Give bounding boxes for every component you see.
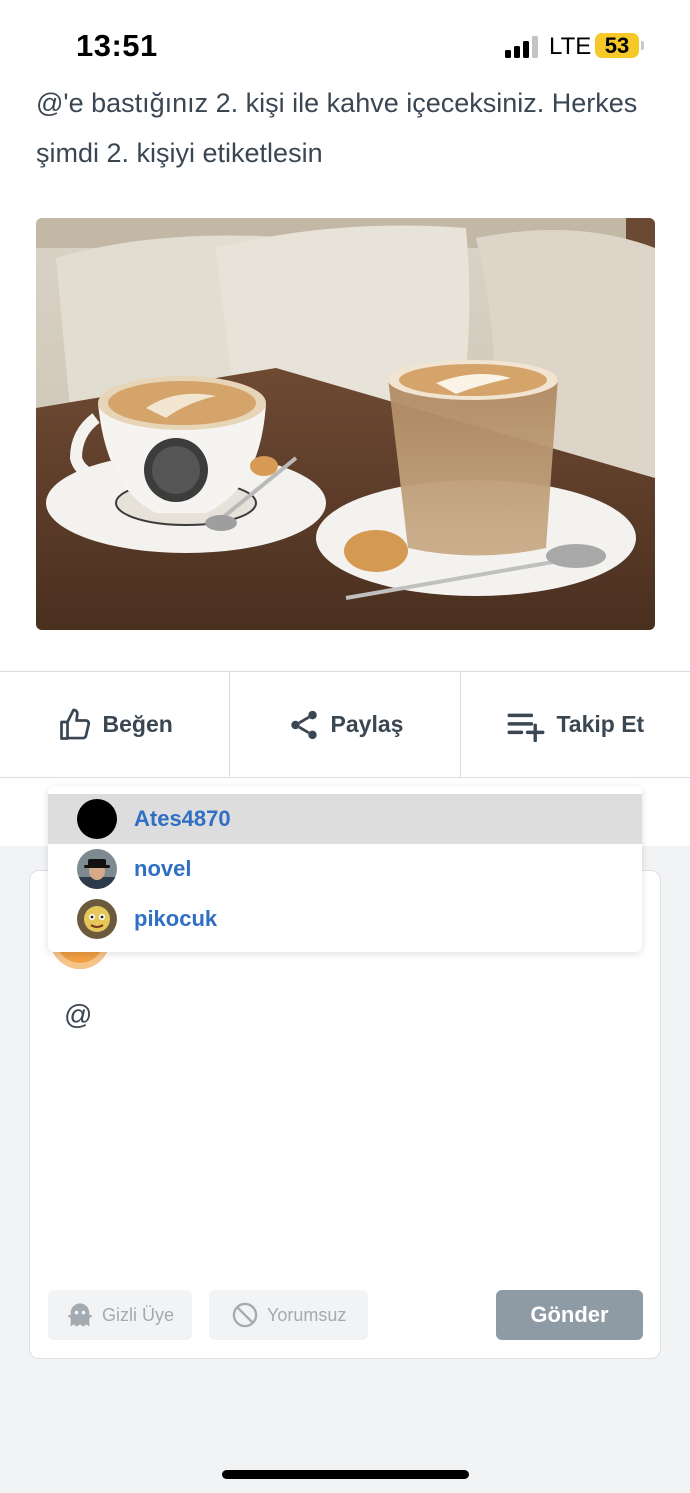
post-text: @'e bastığınız 2. kişi ile kahve içeceks…	[36, 88, 638, 168]
comment-input[interactable]: @	[64, 999, 92, 1031]
anonymous-member-label: Gizli Üye	[102, 1304, 175, 1325]
status-bar: 13:51 LTE 53	[0, 0, 690, 90]
block-icon	[232, 1302, 258, 1328]
no-comment-label: Yorumsuz	[267, 1304, 347, 1325]
home-indicator	[222, 1470, 469, 1479]
no-comment-toggle[interactable]: Yorumsuz	[209, 1290, 368, 1340]
ghost-icon	[68, 1303, 92, 1327]
action-bar: Beğen Paylaş Takip Et	[0, 671, 690, 778]
mention-item[interactable]: pikocuk	[48, 894, 642, 944]
network-type: LTE	[549, 33, 592, 60]
anonymous-member-toggle[interactable]: Gizli Üye	[48, 1290, 192, 1340]
man-with-hat-avatar	[77, 849, 117, 889]
follow-label: Takip Et	[556, 711, 645, 737]
mention-item[interactable]: Ates4870	[48, 794, 642, 844]
status-time: 13:51	[76, 28, 158, 63]
share-button[interactable]: Paylaş	[229, 672, 459, 777]
battery-nub	[641, 41, 644, 50]
mention-username: pikocuk	[134, 906, 218, 931]
black-circle-avatar	[77, 799, 117, 839]
signal-icon	[505, 36, 539, 58]
follow-button[interactable]: Takip Et	[459, 672, 690, 777]
mention-username: Ates4870	[134, 806, 231, 831]
share-label: Paylaş	[330, 711, 404, 737]
share-icon	[290, 710, 317, 739]
like-button[interactable]: Beğen	[0, 672, 229, 777]
cartoon-avatar	[77, 899, 117, 939]
mention-item[interactable]: novel	[48, 844, 642, 894]
mention-suggestions: Ates4870 novel pikocuk	[48, 786, 642, 952]
mention-username: novel	[134, 856, 192, 881]
playlist-add-icon	[508, 713, 545, 742]
post-image	[36, 218, 655, 630]
battery-icon: 53	[595, 33, 639, 58]
send-button[interactable]: Gönder	[496, 1290, 643, 1340]
thumbs-up-icon	[59, 708, 90, 740]
like-label: Beğen	[102, 711, 173, 737]
